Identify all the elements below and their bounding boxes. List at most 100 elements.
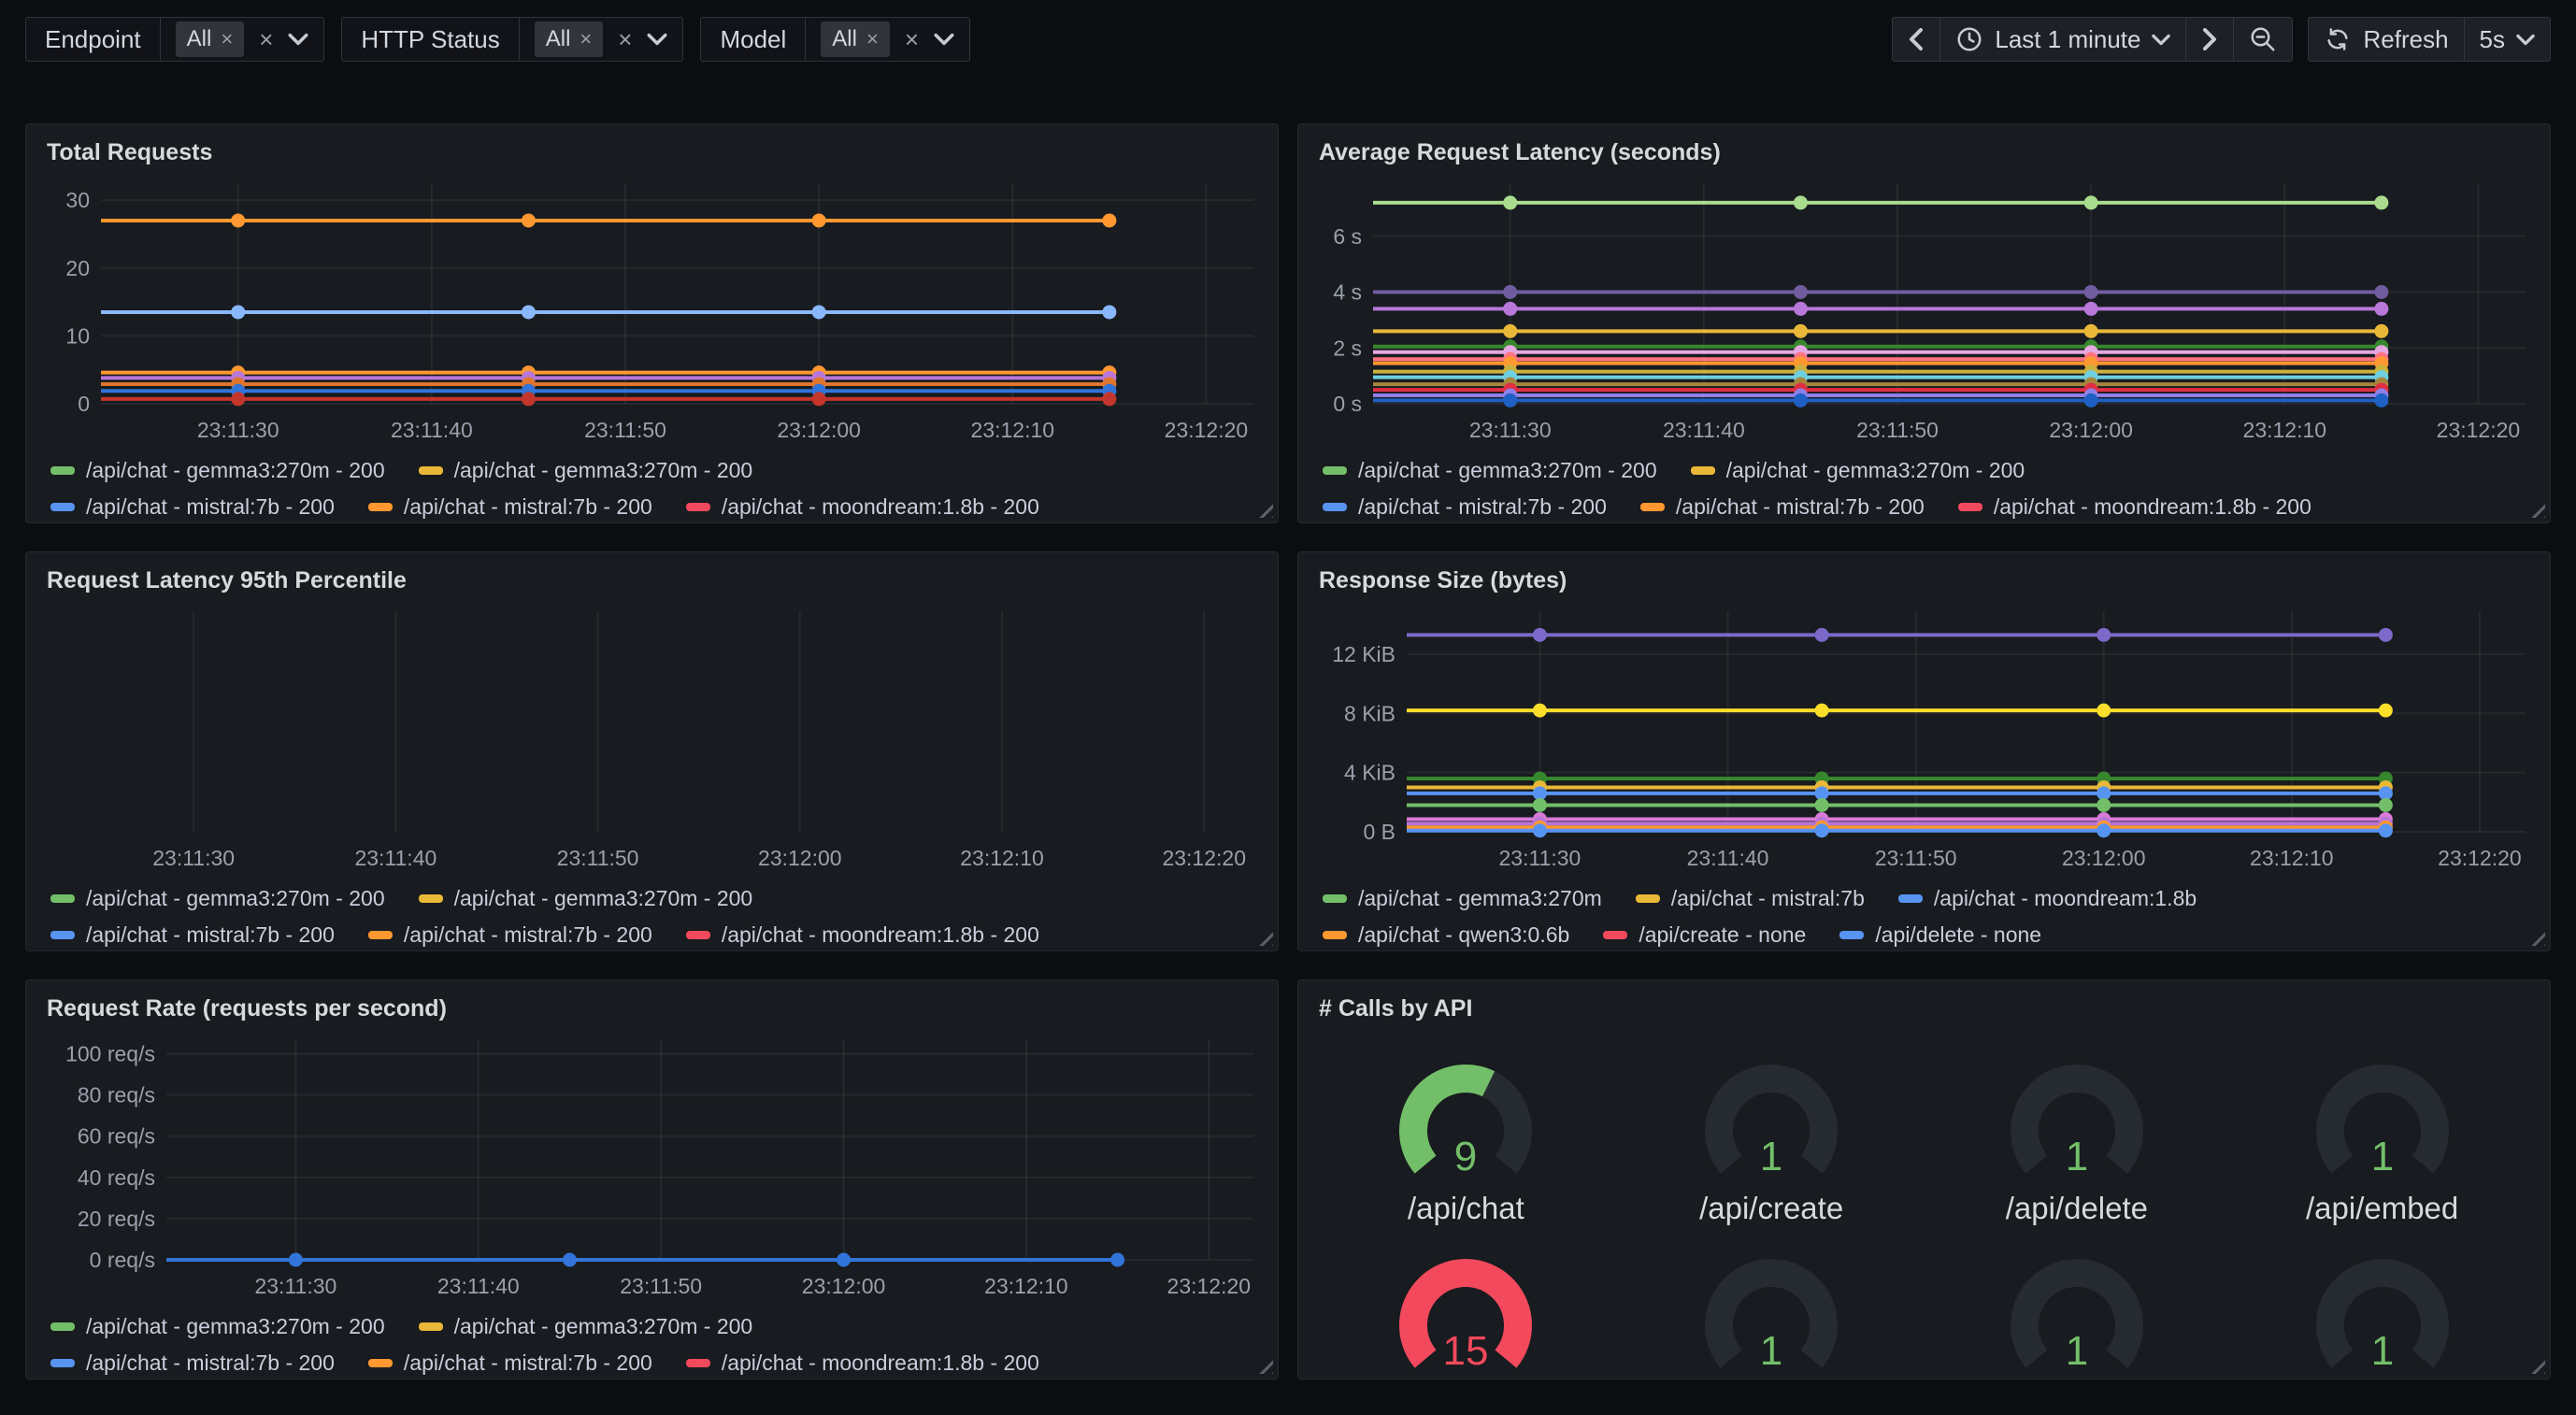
time-back-button[interactable] xyxy=(1893,18,1939,61)
legend-item[interactable]: /api/chat - mistral:7b - 200 xyxy=(1640,494,1925,520)
x-axis-tick-label: 23:11:30 xyxy=(1499,846,1581,870)
data-point xyxy=(2379,628,2393,642)
clear-icon[interactable]: × xyxy=(259,27,273,51)
filter-label: Model xyxy=(701,18,806,61)
chip-remove-icon[interactable]: × xyxy=(221,29,233,50)
panel-title[interactable]: # Calls by API xyxy=(1313,992,2535,1030)
legend-item[interactable]: /api/chat - mistral:7b - 200 xyxy=(368,494,652,520)
chart-total-requests[interactable]: 23:11:3023:11:4023:11:5023:12:0023:12:10… xyxy=(41,174,1263,447)
timeseries-plot: 23:11:3023:11:4023:11:5023:12:0023:12:10… xyxy=(1313,602,2535,875)
data-point xyxy=(812,305,826,319)
legend-item[interactable]: /api/chat - moondream:1.8b - 200 xyxy=(686,922,1039,948)
x-axis-tick-label: 23:12:00 xyxy=(777,418,861,442)
x-axis-tick-label: 23:12:00 xyxy=(758,846,842,870)
clock-icon xyxy=(1955,25,1983,53)
filter-chip[interactable]: All × xyxy=(821,21,890,57)
gauge-name: /api/embed xyxy=(2306,1191,2458,1226)
y-axis-tick-label: 100 req/s xyxy=(65,1041,155,1065)
timeseries-plot: 23:11:3023:11:4023:11:5023:12:0023:12:10… xyxy=(41,1030,1263,1303)
legend-item[interactable]: /api/chat - mistral:7b - 200 xyxy=(368,922,652,948)
panel-title[interactable]: Total Requests xyxy=(41,136,1263,174)
gauge-value: 15 xyxy=(1443,1328,1489,1374)
dashboard-grid: Total Requests 23:11:3023:11:4023:11:502… xyxy=(25,123,2551,1379)
legend-item[interactable]: /api/chat - gemma3:270m - 200 xyxy=(419,458,753,483)
legend-item[interactable]: /api/chat - mistral:7b - 200 xyxy=(50,1351,335,1376)
gauge-value: 1 xyxy=(2370,1328,2393,1374)
legend-item[interactable]: /api/chat - qwen3:0.6b xyxy=(1323,922,1569,948)
legend-item[interactable]: /api/chat - gemma3:270m - 200 xyxy=(419,886,753,911)
chart-request-rate[interactable]: 23:11:3023:11:4023:11:5023:12:0023:12:10… xyxy=(41,1030,1263,1303)
legend-label: /api/delete - none xyxy=(1875,922,2041,948)
panel-title[interactable]: Request Latency 95th Percentile xyxy=(41,564,1263,602)
legend-swatch xyxy=(1323,931,1347,939)
data-point xyxy=(1815,798,1829,812)
legend-swatch xyxy=(50,1359,75,1367)
data-point xyxy=(563,1253,577,1267)
data-point xyxy=(2374,285,2388,299)
legend-item[interactable]: /api/chat - moondream:1.8b - 200 xyxy=(1958,494,2311,520)
filter-chip[interactable]: All × xyxy=(535,21,604,57)
legend-row: /api/chat - gemma3:270m - 200/api/chat -… xyxy=(50,1314,1263,1339)
y-axis-tick-label: 80 req/s xyxy=(78,1083,155,1108)
panel-title[interactable]: Request Rate (requests per second) xyxy=(41,992,1263,1030)
data-point xyxy=(1815,823,1829,837)
filter-value-http-status[interactable]: All × × xyxy=(520,18,683,61)
chip-remove-icon[interactable]: × xyxy=(866,29,879,50)
gauge-api-embed: 1/api/embed xyxy=(2229,1056,2535,1226)
legend-item[interactable]: /api/chat - gemma3:270m - 200 xyxy=(1691,458,2025,483)
legend-item[interactable]: /api/chat - gemma3:270m - 200 xyxy=(419,1314,753,1339)
y-axis-tick-label: 2 s xyxy=(1333,336,1362,360)
legend-swatch xyxy=(50,466,75,475)
x-axis-tick-label: 23:12:20 xyxy=(2438,846,2522,870)
legend-item[interactable]: /api/chat - mistral:7b - 200 xyxy=(50,922,335,948)
legend-item[interactable]: /api/chat - mistral:7b - 200 xyxy=(50,494,335,520)
data-point xyxy=(1533,628,1547,642)
legend-item[interactable]: /api/chat - gemma3:270m - 200 xyxy=(1323,458,1657,483)
legend-swatch xyxy=(368,503,393,511)
legend-item[interactable]: /api/chat - mistral:7b - 200 xyxy=(368,1351,652,1376)
gauge-name: /api/create xyxy=(1699,1191,1843,1226)
time-forward-button[interactable] xyxy=(2185,18,2233,61)
time-range-button[interactable]: Last 1 minute xyxy=(1939,18,2185,61)
gauge-api-tags: 1/api/tags xyxy=(2229,1251,2535,1379)
legend-item[interactable]: /api/chat - moondream:1.8b xyxy=(1898,886,2197,911)
chart-response-size[interactable]: 23:11:3023:11:4023:11:5023:12:0023:12:10… xyxy=(1313,602,2535,875)
refresh-interval-dropdown[interactable]: 5s xyxy=(2464,18,2550,61)
caret-down-icon[interactable] xyxy=(647,33,667,46)
zoom-out-button[interactable] xyxy=(2233,18,2292,61)
legend-item[interactable]: /api/chat - gemma3:270m - 200 xyxy=(50,1314,385,1339)
legend-label: /api/chat - gemma3:270m - 200 xyxy=(454,886,753,911)
gauge-api-create: 1/api/create xyxy=(1619,1056,1925,1226)
filter-value-endpoint[interactable]: All × × xyxy=(161,18,324,61)
panel-title[interactable]: Response Size (bytes) xyxy=(1313,564,2535,602)
legend-item[interactable]: /api/create - none xyxy=(1603,922,1806,948)
chart-latency-95th-percentile[interactable]: 23:11:3023:11:4023:11:5023:12:0023:12:10… xyxy=(41,602,1263,875)
data-point xyxy=(2374,393,2388,407)
filter-endpoint: Endpoint All × × xyxy=(25,17,324,62)
legend-response-size: /api/chat - gemma3:270m/api/chat - mistr… xyxy=(1313,886,2535,948)
clear-icon[interactable]: × xyxy=(905,27,919,51)
chip-remove-icon[interactable]: × xyxy=(580,29,592,50)
gauge-api-pull: 1/api/pull xyxy=(1619,1251,1925,1379)
panel-title[interactable]: Average Request Latency (seconds) xyxy=(1313,136,2535,174)
caret-down-icon[interactable] xyxy=(934,33,954,46)
legend-item[interactable]: /api/chat - mistral:7b xyxy=(1636,886,1865,911)
chart-average-request-latency[interactable]: 23:11:3023:11:4023:11:5023:12:0023:12:10… xyxy=(1313,174,2535,447)
legend-swatch xyxy=(1839,931,1864,939)
legend-item[interactable]: /api/delete - none xyxy=(1839,922,2041,948)
legend-item[interactable]: /api/chat - gemma3:270m - 200 xyxy=(50,458,385,483)
legend-item[interactable]: /api/chat - gemma3:270m xyxy=(1323,886,1602,911)
legend-item[interactable]: /api/chat - gemma3:270m - 200 xyxy=(50,886,385,911)
clear-icon[interactable]: × xyxy=(618,27,632,51)
legend-row: /api/chat - gemma3:270m/api/chat - mistr… xyxy=(1323,886,2535,911)
time-range-label: Last 1 minute xyxy=(1995,25,2140,54)
caret-down-icon[interactable] xyxy=(288,33,308,46)
legend-item[interactable]: /api/chat - moondream:1.8b - 200 xyxy=(686,1351,1039,1376)
filter-value-model[interactable]: All × × xyxy=(806,18,969,61)
legend-item[interactable]: /api/chat - moondream:1.8b - 200 xyxy=(686,494,1039,520)
legend-item[interactable]: /api/chat - mistral:7b - 200 xyxy=(1323,494,1607,520)
refresh-button[interactable]: Refresh xyxy=(2309,18,2463,61)
legend-swatch xyxy=(419,1322,443,1331)
data-point xyxy=(1815,704,1829,718)
filter-chip[interactable]: All × xyxy=(176,21,245,57)
